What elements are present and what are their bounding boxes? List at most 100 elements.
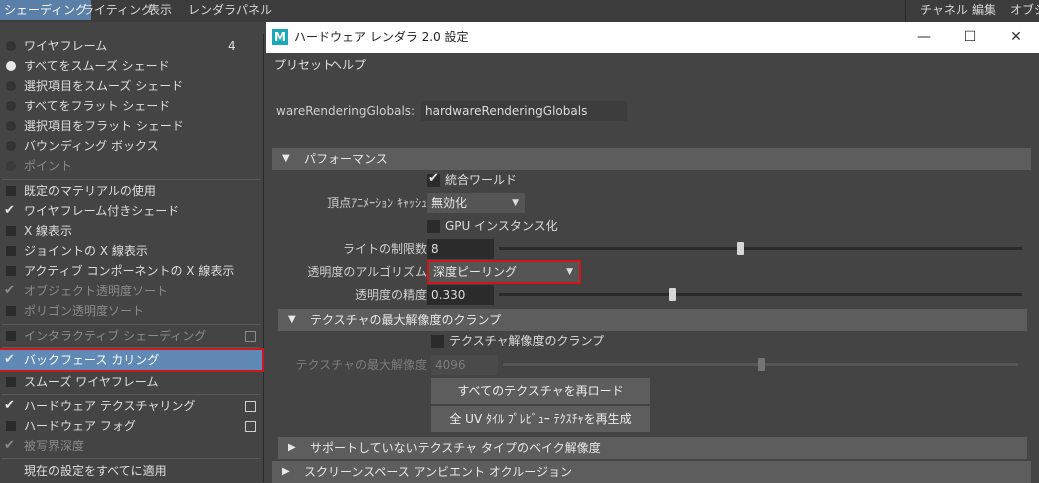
- transparency-quality-field[interactable]: 0.330: [427, 285, 494, 305]
- menu-item-wireframe[interactable]: ワイヤフレーム 4: [0, 36, 262, 56]
- transparency-algorithm-dropdown[interactable]: 深度ピーリング ▼: [427, 260, 581, 284]
- chevron-down-icon: ▼: [512, 198, 519, 208]
- light-limit-slider-track[interactable]: [499, 247, 1022, 250]
- maya-logo-icon: M: [272, 29, 288, 45]
- globals-node-label: wareRenderingGlobals:: [276, 104, 416, 118]
- menu-help[interactable]: ヘルプ: [330, 57, 366, 73]
- checkmark-icon: ✔: [4, 203, 15, 218]
- section-texture-clamp[interactable]: ▼ テクスチャの最大解像度のクランプ: [278, 309, 1027, 331]
- texture-clamp-checkbox[interactable]: [431, 335, 444, 348]
- hardware-renderer-settings-window: M ハードウェア レンダラ 2.0 設定 — ☐ ✕ プリセット ヘルプ war…: [266, 22, 1039, 483]
- menu-item-xray-joints[interactable]: ジョイントの X 線表示: [0, 241, 262, 261]
- checkbox-empty-icon: [6, 246, 16, 256]
- menu-item-label: 選択項目をフラット シェード: [24, 119, 184, 133]
- menu-item-default-material[interactable]: 既定のマテリアルの使用: [0, 181, 262, 201]
- close-button[interactable]: ✕: [993, 22, 1039, 53]
- menu-item-smooth-wireframe[interactable]: スムーズ ワイヤフレーム: [0, 372, 262, 392]
- light-limit-field[interactable]: 8: [427, 239, 494, 259]
- radio-bullet-icon: [6, 101, 16, 111]
- section-title: パフォーマンス: [304, 152, 388, 166]
- window-title: ハードウェア レンダラ 2.0 設定: [294, 30, 469, 44]
- gpu-instancing-label: GPU インスタンス化: [445, 219, 558, 233]
- menu-item-label: ジョイントの X 線表示: [24, 244, 148, 258]
- reload-textures-button[interactable]: すべてのテクスチャを再ロード: [431, 378, 650, 404]
- menu-edit[interactable]: 編集: [968, 0, 1000, 20]
- expand-triangle-icon: ▶: [288, 442, 296, 453]
- menu-item-depth-of-field: ✔ 被写界深度: [0, 436, 262, 456]
- texture-max-res-label: テクスチャの最大解像度: [295, 358, 427, 372]
- menu-item-polygon-transparency-sort: ポリゴン透明度ソート: [0, 301, 262, 321]
- menu-item-label: ハードウェア テクスチャリング: [24, 399, 196, 413]
- transparency-quality-label: 透明度の精度: [354, 288, 427, 302]
- checkmark-icon: ✔: [4, 352, 15, 367]
- gpu-instancing-checkbox[interactable]: [427, 220, 440, 233]
- checkmark-icon: ✔: [428, 171, 439, 186]
- menu-item-apply-to-all[interactable]: 現在の設定をすべてに適用: [0, 461, 262, 481]
- section-title: サポートしていないテクスチャ タイプのベイク解像度: [310, 441, 601, 455]
- menu-item-flat-all[interactable]: すべてをフラット シェード: [0, 96, 262, 116]
- globals-node-field[interactable]: hardwareRenderingGlobals: [421, 101, 627, 121]
- menu-panels[interactable]: パネル: [232, 0, 276, 20]
- section-title: テクスチャの最大解像度のクランプ: [310, 313, 502, 327]
- checkbox-empty-icon: [6, 331, 16, 341]
- radio-bullet-icon: [6, 141, 16, 151]
- menu-item-label: バックフェース カリング: [24, 353, 160, 367]
- texture-max-res-slider-thumb: [757, 358, 765, 371]
- checkbox-empty-icon: [6, 377, 16, 387]
- transparency-algorithm-label: 透明度のアルゴリズム: [307, 265, 427, 279]
- section-bake-resolution[interactable]: ▶ サポートしていないテクスチャ タイプのベイク解像度: [278, 437, 1027, 459]
- menu-item-hardware-fog[interactable]: ハードウェア フォグ: [0, 416, 262, 436]
- consolidate-world-checkbox[interactable]: ✔: [427, 171, 440, 187]
- minimize-button[interactable]: —: [901, 22, 947, 53]
- menu-presets[interactable]: プリセット: [274, 57, 334, 73]
- light-limit-slider-thumb[interactable]: [736, 242, 744, 255]
- menu-item-hardware-texturing[interactable]: ✔ ハードウェア テクスチャリング: [0, 396, 262, 416]
- menu-item-label: ワイヤフレーム: [24, 39, 108, 53]
- menu-separator: [2, 347, 260, 348]
- menu-show[interactable]: 表示: [144, 0, 176, 20]
- menu-item-label: オブジェクト透明度ソート: [24, 284, 169, 298]
- viewport-menubar: シェーディング ライティング 表示 レンダラ パネル チャネル 編集 オブジ: [0, 0, 1039, 22]
- menu-item-label: すべてをスムーズ シェード: [24, 59, 170, 73]
- checkbox-empty-icon: [6, 226, 16, 236]
- option-box-icon[interactable]: [245, 401, 256, 412]
- checkmark-icon: ✔: [4, 398, 15, 413]
- section-ssao[interactable]: ▶ スクリーンスペース アンビエント オクルージョン: [272, 461, 1031, 483]
- menu-item-xray-active-components[interactable]: アクティブ コンポーネントの X 線表示: [0, 261, 262, 281]
- menubar-divider: [905, 0, 906, 22]
- menu-item-label: インタラクティブ シェーディング: [24, 329, 207, 343]
- checkbox-empty-icon: [6, 421, 16, 431]
- light-limit-label: ライトの制限数: [342, 242, 427, 256]
- texture-max-res-field: 4096: [431, 355, 498, 375]
- menu-separator: [2, 458, 260, 459]
- menu-item-backface-culling[interactable]: ✔ バックフェース カリング: [0, 348, 264, 372]
- transparency-quality-slider-track[interactable]: [499, 293, 1022, 296]
- collapse-triangle-icon: ▼: [288, 314, 296, 325]
- section-performance[interactable]: ▼ パフォーマンス: [272, 148, 1031, 170]
- maximize-button[interactable]: ☐: [947, 22, 993, 53]
- window-titlebar[interactable]: M ハードウェア レンダラ 2.0 設定 — ☐ ✕: [266, 22, 1039, 53]
- regenerate-uv-tile-button[interactable]: 全 UV ﾀｲﾙ ﾌﾟﾚﾋﾞｭｰ ﾃｸｽﾁｬを再生成: [431, 406, 650, 432]
- menu-object[interactable]: オブジ: [1006, 0, 1039, 20]
- vertex-anim-cache-dropdown[interactable]: 無効化 ▼: [427, 193, 525, 213]
- menu-channels[interactable]: チャネル: [916, 0, 972, 20]
- option-box-icon[interactable]: [245, 421, 256, 432]
- menu-item-smooth-selected[interactable]: 選択項目をスムーズ シェード: [0, 76, 262, 96]
- checkbox-empty-icon: [6, 186, 16, 196]
- transparency-quality-slider-thumb[interactable]: [668, 288, 676, 301]
- checkmark-icon: ✔: [4, 438, 15, 453]
- expand-triangle-icon: ▶: [282, 466, 290, 477]
- dropdown-value: 無効化: [431, 196, 468, 210]
- menu-item-smooth-all[interactable]: すべてをスムーズ シェード: [0, 56, 262, 76]
- menu-item-label: 被写界深度: [24, 439, 85, 453]
- menu-item-wireframe-on-shaded[interactable]: ✔ ワイヤフレーム付きシェード: [0, 201, 262, 221]
- menu-item-bounding-box[interactable]: バウンディング ボックス: [0, 136, 262, 156]
- menu-item-label: バウンディング ボックス: [24, 139, 159, 153]
- radio-bullet-icon: [6, 161, 16, 171]
- menu-item-flat-selected[interactable]: 選択項目をフラット シェード: [0, 116, 262, 136]
- option-box-icon: [245, 331, 256, 342]
- checkmark-icon: ✔: [4, 283, 15, 298]
- radio-bullet-icon: [6, 121, 16, 131]
- menu-item-xray[interactable]: X 線表示: [0, 221, 262, 241]
- menu-item-points: ポイント: [0, 156, 262, 176]
